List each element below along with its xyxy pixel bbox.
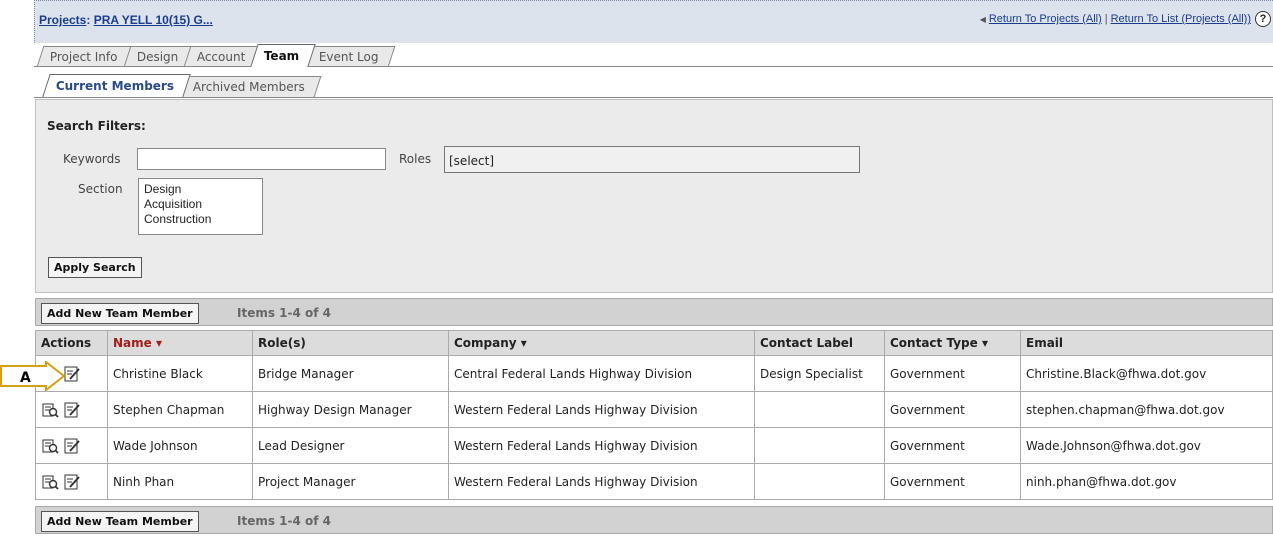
breadcrumb-project-link[interactable]: PRA YELL 10(15) G... bbox=[94, 13, 213, 27]
contact-label-cell bbox=[754, 427, 885, 464]
sub-tabs: Current Members Archived Members bbox=[42, 74, 322, 97]
search-filters-title: Search Filters: bbox=[47, 119, 146, 133]
keywords-input[interactable] bbox=[137, 148, 386, 170]
edit-icon[interactable] bbox=[63, 401, 81, 419]
tab-event-log[interactable]: Event Log bbox=[305, 46, 395, 67]
add-team-member-button-bottom[interactable]: Add New Team Member bbox=[41, 511, 199, 532]
return-to-projects-link[interactable]: Return To Projects (All) bbox=[989, 13, 1102, 25]
results-toolbar-top: Add New Team Member Items 1-4 of 4 bbox=[35, 298, 1273, 326]
actions-cell bbox=[35, 391, 108, 428]
table-row: Wade Johnson Lead Designer Western Federal… bbox=[35, 427, 1273, 464]
page-frame: Projects: PRA YELL 10(15) G... ◀ Return … bbox=[34, 0, 1273, 540]
section-label: Section bbox=[78, 182, 123, 196]
company-cell: Western Federal Lands Highway Division bbox=[448, 427, 755, 464]
company-cell: Western Federal Lands Highway Division bbox=[448, 463, 755, 500]
edit-icon[interactable] bbox=[63, 437, 81, 455]
section-option-design[interactable]: Design bbox=[144, 182, 262, 197]
roles-select[interactable]: [select] bbox=[444, 146, 860, 173]
actions-cell bbox=[35, 463, 108, 500]
name-cell: Ninh Phan bbox=[107, 463, 253, 500]
table-header-row: Actions Name ▾ Role(s) Company ▾ Contact… bbox=[35, 330, 1273, 356]
breadcrumb-projects-link[interactable]: Projects bbox=[39, 13, 86, 27]
callout-letter: A bbox=[20, 370, 31, 386]
tab-divider bbox=[34, 66, 1273, 67]
col-contact-label: Contact Label bbox=[754, 330, 885, 356]
main-tabs: Project Info Design Account Team Event L… bbox=[36, 44, 395, 67]
contact-type-cell: Government bbox=[884, 427, 1021, 464]
col-email: Email bbox=[1020, 330, 1273, 356]
edit-icon[interactable] bbox=[63, 473, 81, 491]
role-cell: Highway Design Manager bbox=[252, 391, 449, 428]
table-row: Ninh Phan Project Manager Western Federal … bbox=[35, 463, 1273, 500]
section-option-construction[interactable]: Construction bbox=[144, 212, 262, 227]
company-cell: Central Federal Lands Highway Division bbox=[448, 355, 755, 392]
col-actions: Actions bbox=[35, 330, 108, 356]
role-cell: Lead Designer bbox=[252, 427, 449, 464]
contact-type-cell: Government bbox=[884, 355, 1021, 392]
page-header: Projects: PRA YELL 10(15) G... ◀ Return … bbox=[34, 0, 1273, 43]
role-cell: Bridge Manager bbox=[252, 355, 449, 392]
email-cell: Wade.Johnson@fhwa.dot.gov bbox=[1020, 427, 1273, 464]
table-row: Stephen Chapman Highway Design Manager Wes… bbox=[35, 391, 1273, 428]
view-details-icon[interactable] bbox=[41, 401, 59, 419]
help-icon[interactable]: ? bbox=[1255, 11, 1271, 27]
breadcrumb: Projects: PRA YELL 10(15) G... bbox=[39, 13, 213, 27]
name-cell: Wade Johnson bbox=[107, 427, 253, 464]
contact-type-cell: Government bbox=[884, 463, 1021, 500]
role-cell: Project Manager bbox=[252, 463, 449, 500]
callout-a: A bbox=[0, 361, 66, 391]
view-details-icon[interactable] bbox=[41, 437, 59, 455]
results-toolbar-bottom: Add New Team Member Items 1-4 of 4 bbox=[35, 506, 1273, 534]
email-cell: ninh.phan@fhwa.dot.gov bbox=[1020, 463, 1273, 500]
apply-search-button[interactable]: Apply Search bbox=[48, 257, 142, 278]
view-details-icon[interactable] bbox=[41, 473, 59, 491]
roles-label: Roles bbox=[399, 152, 432, 166]
back-arrow-icon: ◀ bbox=[979, 14, 986, 24]
company-cell: Western Federal Lands Highway Division bbox=[448, 391, 755, 428]
col-contact-type[interactable]: Contact Type ▾ bbox=[884, 330, 1021, 356]
subtab-divider bbox=[34, 97, 1273, 98]
col-company[interactable]: Company ▾ bbox=[448, 330, 755, 356]
contact-label-cell bbox=[754, 463, 885, 500]
tab-current-members[interactable]: Current Members bbox=[42, 74, 191, 97]
section-listbox[interactable]: Design Acquisition Construction bbox=[138, 178, 263, 235]
tab-team[interactable]: Team bbox=[250, 44, 317, 67]
email-cell: stephen.chapman@fhwa.dot.gov bbox=[1020, 391, 1273, 428]
contact-label-cell: Design Specialist bbox=[754, 355, 885, 392]
add-team-member-button[interactable]: Add New Team Member bbox=[41, 303, 199, 324]
email-cell: Christine.Black@fhwa.dot.gov bbox=[1020, 355, 1273, 392]
tab-archived-members[interactable]: Archived Members bbox=[179, 76, 322, 97]
actions-cell bbox=[35, 427, 108, 464]
contact-type-cell: Government bbox=[884, 391, 1021, 428]
team-members-table: Actions Name ▾ Role(s) Company ▾ Contact… bbox=[35, 330, 1273, 500]
contact-label-cell bbox=[754, 391, 885, 428]
search-filters-panel: Search Filters: Keywords Roles [select] … bbox=[35, 99, 1273, 293]
col-roles: Role(s) bbox=[252, 330, 449, 356]
tab-project-info[interactable]: Project Info bbox=[36, 46, 135, 67]
section-option-acquisition[interactable]: Acquisition bbox=[144, 197, 262, 212]
items-count: Items 1-4 of 4 bbox=[237, 306, 332, 320]
return-links: ◀ Return To Projects (All) | Return To L… bbox=[979, 13, 1251, 25]
items-count-bottom: Items 1-4 of 4 bbox=[237, 514, 332, 528]
keywords-label: Keywords bbox=[63, 152, 121, 166]
name-cell: Stephen Chapman bbox=[107, 391, 253, 428]
col-name[interactable]: Name ▾ bbox=[107, 330, 253, 356]
name-cell: Christine Black bbox=[107, 355, 253, 392]
return-to-list-link[interactable]: Return To List (Projects (All)) bbox=[1111, 13, 1251, 25]
table-row: Christine Black Bridge Manager Central Fed… bbox=[35, 355, 1273, 392]
